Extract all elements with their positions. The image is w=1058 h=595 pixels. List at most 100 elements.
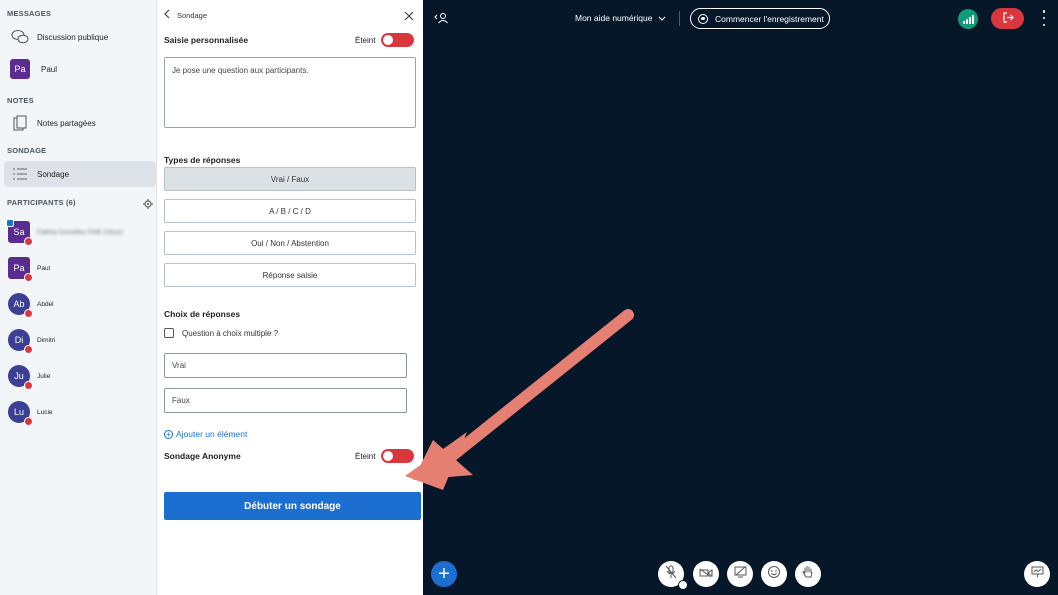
user-list-toggle-icon[interactable] [434, 11, 448, 29]
avatar-initials: Sa [13, 227, 25, 237]
sidebar-item-label: Notes partagées [37, 118, 96, 128]
response-types-label: Types de réponses [164, 155, 241, 165]
sidebar: MESSAGES Discussion publique Pa Paul NOT… [0, 0, 157, 595]
leave-meeting-button[interactable] [991, 8, 1024, 29]
add-item-label: Ajouter un élément [176, 429, 248, 439]
presentation-button[interactable] [1024, 561, 1050, 587]
start-poll-button[interactable]: Débuter un sondage [164, 492, 421, 520]
muted-microphone-icon [24, 417, 33, 426]
sidebar-item-shared-notes[interactable]: Notes partagées [4, 110, 156, 136]
multiple-choice-row: Question à choix multiple ? [164, 328, 278, 338]
meeting-title: Mon aide numérique [575, 13, 653, 23]
smiley-icon [767, 565, 781, 584]
avatar-initials: Pa [13, 263, 25, 273]
participant-name: Julie [37, 372, 51, 380]
custom-input-label: Saisie personnalisée [164, 35, 249, 45]
muted-microphone-icon [24, 345, 33, 354]
microphone-off-icon [665, 565, 677, 584]
multiple-choice-checkbox[interactable] [164, 328, 174, 338]
record-icon [698, 13, 708, 24]
avatar-initials: Ab [13, 299, 25, 309]
avatar-initials: Di [14, 335, 24, 345]
muted-microphone-icon [24, 237, 33, 246]
hand-icon [802, 565, 814, 584]
mute-microphone-button[interactable] [658, 561, 688, 590]
response-type-yes-no[interactable]: Oui / Non / Abstention [164, 231, 416, 255]
option-input-2[interactable]: Faux [164, 388, 407, 413]
participants-header: PARTICIPANTS (6) [7, 198, 76, 207]
sidebar-item-label: Sondage [37, 169, 70, 179]
divider [679, 11, 680, 26]
connection-status-icon[interactable] [958, 9, 978, 29]
custom-input-toggle-group: Éteint [355, 33, 415, 47]
participant-row[interactable]: Pa Paul [8, 255, 156, 282]
plus-circle-icon: + [164, 429, 173, 439]
muted-microphone-icon [24, 273, 33, 282]
avatar: Di [8, 329, 33, 354]
messages-header: MESSAGES [7, 9, 52, 18]
sidebar-item-private-chat[interactable]: Pa Paul [4, 56, 156, 82]
notes-icon [10, 113, 30, 133]
participant-row[interactable]: Ab Abdel [8, 291, 156, 318]
participant-row[interactable]: Lu Lucie [8, 399, 156, 426]
presentation-icon [1031, 565, 1044, 583]
avatar: Lu [8, 401, 33, 426]
chevron-left-icon [164, 9, 170, 21]
participant-row[interactable]: Ju Julie [8, 363, 156, 390]
add-item-link[interactable]: + Ajouter un élément [164, 429, 247, 439]
toggle-state: Éteint [355, 35, 376, 45]
custom-input-toggle[interactable] [381, 33, 415, 47]
sidebar-item-label: Discussion publique [37, 32, 109, 42]
notes-header: NOTES [7, 96, 34, 105]
question-textarea[interactable]: Je pose une question aux participants. [164, 57, 416, 128]
avatar: Pa [8, 257, 33, 282]
reactions-button[interactable] [761, 561, 787, 587]
sidebar-item-public-chat[interactable]: Discussion publique [4, 24, 156, 50]
participant-name: Dimitri [37, 336, 56, 344]
raise-hand-button[interactable] [795, 561, 821, 587]
participant-name: Lucie [37, 408, 53, 416]
presenter-icon [6, 219, 14, 227]
chevron-down-icon [658, 13, 666, 23]
sidebar-item-poll[interactable]: Sondage [4, 161, 156, 187]
participant-name: Abdel [37, 300, 54, 308]
annotation-arrow-icon [405, 309, 634, 490]
poll-panel: Sondage Saisie personnalisée Éteint Je p… [157, 0, 423, 595]
more-options-icon[interactable] [1042, 10, 1046, 26]
response-type-typed[interactable]: Réponse saisie [164, 263, 416, 287]
avatar-initials: Ju [14, 371, 24, 381]
sidebar-item-label: Paul [41, 64, 58, 74]
participant-name: Fatima Cornelius FAIK (Vous) [37, 228, 123, 236]
participant-row[interactable]: Sa Fatima Cornelius FAIK (Vous) [6, 219, 156, 246]
avatar: Pa [10, 59, 30, 79]
avatar: Ju [8, 365, 33, 390]
option-input-1[interactable]: Vrai [164, 353, 407, 378]
panel-title: Sondage [177, 10, 208, 20]
muted-microphone-icon [24, 309, 33, 318]
start-recording-button[interactable]: Commencer l'enregistrement [690, 8, 830, 29]
chat-bubbles-icon [10, 27, 30, 47]
camera-button[interactable] [693, 561, 719, 587]
anonymous-label: Sondage Anonyme [164, 451, 241, 461]
exit-icon [1002, 10, 1014, 28]
settings-gear-icon[interactable] [143, 196, 153, 214]
toggle-state: Éteint [355, 451, 376, 461]
record-label: Commencer l'enregistrement [715, 13, 824, 24]
avatar: Ab [8, 293, 33, 318]
participant-row[interactable]: Di Dimitri [8, 327, 156, 354]
close-icon[interactable] [404, 8, 414, 26]
response-type-true-false[interactable]: Vrai / Faux [164, 167, 416, 191]
actions-plus-button[interactable]: + [431, 561, 457, 587]
screen-share-off-icon [734, 565, 747, 583]
audio-settings-dot[interactable] [678, 580, 688, 590]
response-type-abcd[interactable]: A / B / C / D [164, 199, 416, 223]
muted-microphone-icon [24, 381, 33, 390]
main-area: Mon aide numérique Commencer l'enregistr… [405, 0, 1058, 595]
back-button[interactable]: Sondage [164, 9, 207, 21]
multiple-choice-label: Question à choix multiple ? [182, 328, 279, 338]
poll-list-icon [10, 164, 30, 184]
screen-share-button[interactable] [727, 561, 753, 587]
camera-off-icon [699, 565, 713, 583]
avatar-initials: Lu [13, 407, 24, 417]
meeting-title-dropdown[interactable]: Mon aide numérique [575, 13, 666, 23]
